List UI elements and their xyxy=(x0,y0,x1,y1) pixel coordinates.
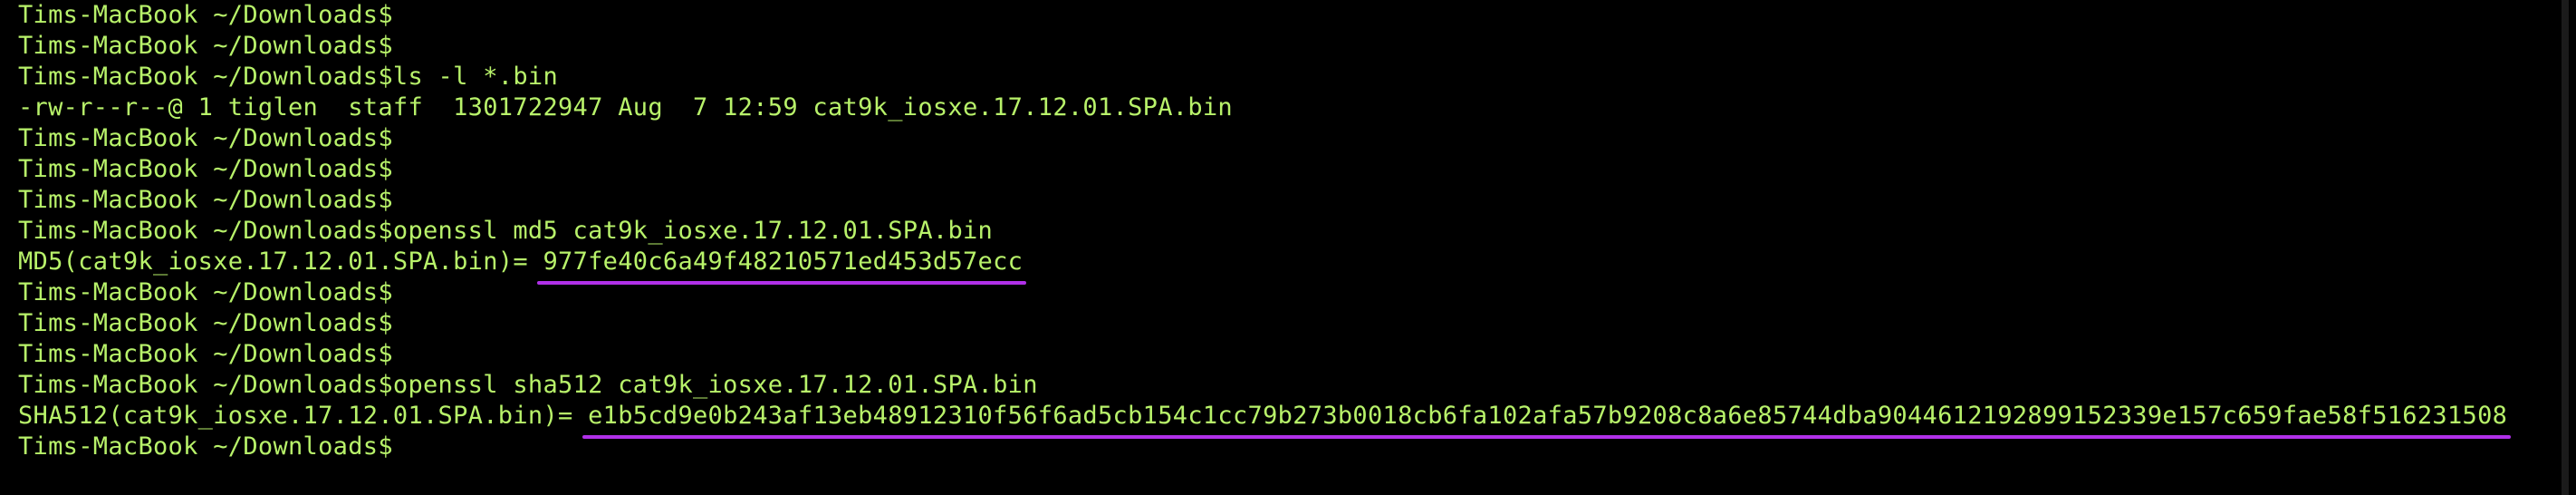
shell-prompt: Tims-MacBook ~/Downloads$ xyxy=(18,432,393,461)
shell-prompt: Tims-MacBook ~/Downloads$ xyxy=(18,217,393,245)
shell-prompt: Tims-MacBook ~/Downloads$ xyxy=(18,340,393,368)
command-output: MD5(cat9k_iosxe.17.12.01.SPA.bin)= xyxy=(18,248,543,276)
window-edge xyxy=(2562,0,2569,495)
shell-prompt: Tims-MacBook ~/Downloads$ xyxy=(18,186,393,214)
terminal-line: Tims-MacBook ~/Downloads$openssl md5 cat… xyxy=(18,216,2569,247)
terminal-line: MD5(cat9k_iosxe.17.12.01.SPA.bin)= 977fe… xyxy=(18,247,2569,285)
shell-prompt: Tims-MacBook ~/Downloads$ xyxy=(18,1,393,29)
terminal-line: Tims-MacBook ~/Downloads$ xyxy=(18,31,2569,62)
shell-prompt: Tims-MacBook ~/Downloads$ xyxy=(18,278,393,306)
terminal-line: -rw-r--r--@ 1 tiglen staff 1301722947 Au… xyxy=(18,92,2569,123)
shell-prompt: Tims-MacBook ~/Downloads$ xyxy=(18,371,393,399)
terminal-line: Tims-MacBook ~/Downloads$ xyxy=(18,154,2569,185)
terminal-line: Tims-MacBook ~/Downloads$ xyxy=(18,308,2569,339)
terminal-line: Tims-MacBook ~/Downloads$ls -l *.bin xyxy=(18,62,2569,92)
command-text: openssl sha512 cat9k_iosxe.17.12.01.SPA.… xyxy=(392,371,1038,399)
command-output: SHA512(cat9k_iosxe.17.12.01.SPA.bin)= xyxy=(18,402,589,430)
terminal-line: Tims-MacBook ~/Downloads$ xyxy=(18,277,2569,308)
shell-prompt: Tims-MacBook ~/Downloads$ xyxy=(18,309,393,337)
terminal-line: SHA512(cat9k_iosxe.17.12.01.SPA.bin)= e1… xyxy=(18,401,2569,439)
hash-value-highlighted: e1b5cd9e0b243af13eb48912310f56f6ad5cb154… xyxy=(582,402,2512,439)
terminal-line: Tims-MacBook ~/Downloads$ xyxy=(18,0,2569,31)
terminal-line: Tims-MacBook ~/Downloads$ xyxy=(18,185,2569,216)
terminal-output[interactable]: Tims-MacBook ~/Downloads$ Tims-MacBook ~/… xyxy=(18,0,2569,462)
terminal-line: Tims-MacBook ~/Downloads$ xyxy=(18,339,2569,370)
shell-prompt: Tims-MacBook ~/Downloads$ xyxy=(18,155,393,183)
terminal-line: Tims-MacBook ~/Downloads$ xyxy=(18,123,2569,154)
command-text: ls -l *.bin xyxy=(392,63,558,91)
terminal-window[interactable]: Tims-MacBook ~/Downloads$ Tims-MacBook ~/… xyxy=(0,0,2569,495)
command-output: -rw-r--r--@ 1 tiglen staff 1301722947 Au… xyxy=(18,93,1233,121)
shell-prompt: Tims-MacBook ~/Downloads$ xyxy=(18,32,393,60)
hash-value-highlighted: 977fe40c6a49f48210571ed453d57ecc xyxy=(537,248,1027,285)
terminal-line: Tims-MacBook ~/Downloads$openssl sha512 … xyxy=(18,370,2569,401)
command-text: openssl md5 cat9k_iosxe.17.12.01.SPA.bin xyxy=(392,217,994,245)
shell-prompt: Tims-MacBook ~/Downloads$ xyxy=(18,124,393,152)
shell-prompt: Tims-MacBook ~/Downloads$ xyxy=(18,63,393,91)
